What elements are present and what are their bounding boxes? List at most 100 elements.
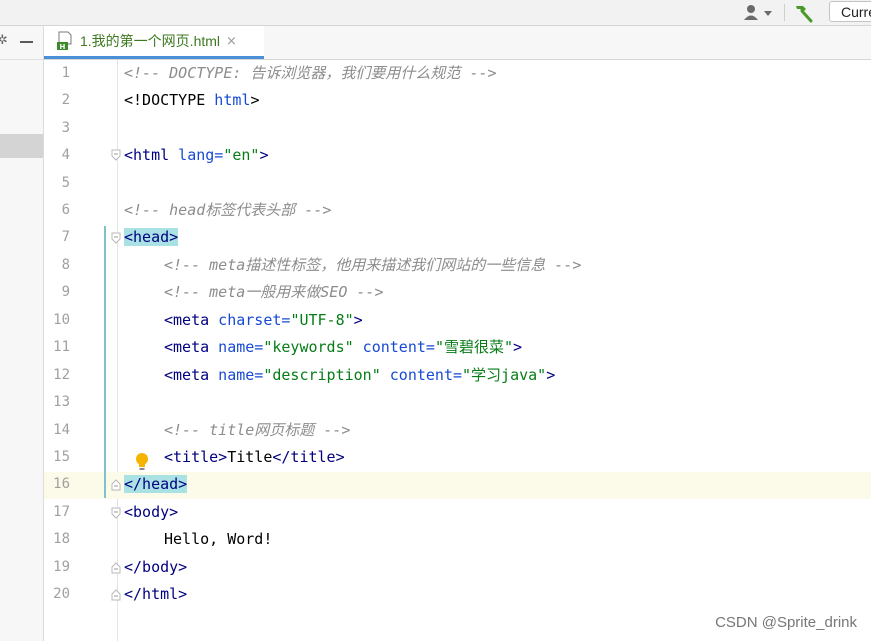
line-number: 15 xyxy=(53,449,70,465)
line-number: 2 xyxy=(61,92,70,108)
build-button[interactable] xyxy=(793,0,815,25)
name-value: "keywords" xyxy=(263,338,354,356)
user-menu-button[interactable] xyxy=(743,0,775,25)
name-attribute: name= xyxy=(209,338,264,356)
hammer-icon xyxy=(796,5,813,22)
content-attribute: content= xyxy=(380,366,463,384)
html-file-icon: H xyxy=(56,31,74,51)
html-close-tag: </html> xyxy=(124,585,188,603)
line-number: 4 xyxy=(61,147,70,163)
line-number: 17 xyxy=(53,504,70,520)
code-line-20: </html> xyxy=(124,581,187,608)
code-line-17: <body> xyxy=(124,499,178,526)
line-number: 20 xyxy=(53,586,70,602)
meta-tag: <meta xyxy=(164,338,210,356)
doctype-close: > xyxy=(250,91,260,109)
code-line-19: </body> xyxy=(124,554,187,581)
line-number: 9 xyxy=(61,284,70,300)
line-number: 16 xyxy=(53,476,70,492)
meta-tag: <meta xyxy=(164,311,210,329)
close-icon[interactable]: × xyxy=(226,34,237,49)
body-text: Hello, Word! xyxy=(164,530,273,548)
current-line-highlight xyxy=(117,472,871,499)
line-number: 19 xyxy=(53,559,70,575)
line-number: 8 xyxy=(61,257,70,273)
fold-close-icon[interactable] xyxy=(111,479,121,491)
fold-close-icon[interactable] xyxy=(111,562,121,574)
line-number: 5 xyxy=(61,175,70,191)
svg-text:H: H xyxy=(60,43,66,51)
line-number: 13 xyxy=(53,394,70,410)
line-number: 11 xyxy=(53,339,70,355)
code-line-4: <html lang="en"> xyxy=(124,142,269,169)
code-line-6: <!-- head标签代表头部 --> xyxy=(124,197,331,224)
code-line-18: Hello, Word! xyxy=(164,526,272,553)
scope-indicator xyxy=(104,226,106,498)
lightbulb-icon[interactable] xyxy=(135,452,149,472)
code-line-11: <meta name="keywords" content="雪碧很菜"> xyxy=(164,334,522,361)
code-line-1: <!-- DOCTYPE: 告诉浏览器，我们要用什么规范 --> xyxy=(124,60,497,87)
content-value: "学习java" xyxy=(462,366,547,384)
content-value: "雪碧很菜" xyxy=(434,338,513,356)
chevron-down-icon xyxy=(764,10,772,16)
comment: <!-- meta一般用来做SEO --> xyxy=(164,283,384,301)
tag-close: > xyxy=(259,146,269,164)
project-tree-selected-item[interactable] xyxy=(0,134,43,158)
line-number: 12 xyxy=(53,367,70,383)
lang-attribute: lang= xyxy=(169,146,224,164)
line-number: 14 xyxy=(53,422,70,438)
line-number: 10 xyxy=(53,312,70,328)
head-close-tag: </head> xyxy=(124,475,188,493)
content-attribute: content= xyxy=(353,338,435,356)
code-line-2: <!DOCTYPE html> xyxy=(124,87,259,114)
line-number: 1 xyxy=(61,65,70,81)
code-line-15: <title>Title</title> xyxy=(164,444,345,471)
user-icon xyxy=(744,4,772,20)
fold-open-icon[interactable] xyxy=(111,232,121,244)
doctype-html: html xyxy=(205,91,251,109)
code-line-10: <meta charset="UTF-8"> xyxy=(164,307,363,334)
toolbar-separator xyxy=(784,4,785,21)
html-tag: <html xyxy=(124,146,170,164)
title-open-tag: <title> xyxy=(164,448,228,466)
title-text: Title xyxy=(227,448,273,466)
fold-open-icon[interactable] xyxy=(111,507,121,519)
main-toolbar: Current File xyxy=(0,0,871,26)
line-number: 18 xyxy=(53,531,70,547)
tag-close: > xyxy=(353,311,363,329)
watermark: CSDN @Sprite_drink xyxy=(715,614,857,631)
title-close-tag: </title> xyxy=(272,448,345,466)
charset-value: "UTF-8" xyxy=(290,311,354,329)
name-attribute: name= xyxy=(209,366,264,384)
code-line-8: <!-- meta描述性标签，他用来描述我们网站的一些信息 --> xyxy=(164,252,581,279)
code-line-16: </head> xyxy=(124,471,188,498)
name-value: "description" xyxy=(263,366,381,384)
gear-icon[interactable]: ✲ xyxy=(0,33,8,48)
code-line-9: <!-- meta一般用来做SEO --> xyxy=(164,279,384,306)
head-open-tag: <head> xyxy=(124,228,179,246)
line-number: 7 xyxy=(61,229,70,245)
comment: <!-- head标签代表头部 --> xyxy=(124,201,332,219)
fold-close-icon[interactable] xyxy=(111,589,121,601)
project-panel-header: ✲ xyxy=(0,26,43,60)
tag-close: > xyxy=(513,338,523,356)
charset-attribute: charset= xyxy=(209,311,291,329)
code-line-12: <meta name="description" content="学习java… xyxy=(164,362,555,389)
line-number: 6 xyxy=(61,202,70,218)
project-panel: ✲ xyxy=(0,26,44,641)
doctype-keyword: <!DOCTYPE xyxy=(124,91,206,109)
run-configuration-select[interactable]: Current File xyxy=(829,1,871,22)
body-open-tag: <body> xyxy=(124,503,179,521)
code-line-14: <!-- title网页标题 --> xyxy=(164,417,350,444)
collapse-icon[interactable] xyxy=(20,41,33,43)
tab-title: 1.我的第一个网页.html xyxy=(80,33,221,49)
comment: <!-- title网页标题 --> xyxy=(164,421,351,439)
body-close-tag: </body> xyxy=(124,558,188,576)
fold-open-icon[interactable] xyxy=(111,149,121,161)
line-number: 3 xyxy=(61,120,70,136)
editor-tab-bar: H 1.我的第一个网页.html × xyxy=(44,26,871,60)
tag-close: > xyxy=(546,366,556,384)
tab-html-file[interactable]: H 1.我的第一个网页.html × xyxy=(44,26,264,59)
comment: <!-- meta描述性标签，他用来描述我们网站的一些信息 --> xyxy=(164,256,582,274)
code-line-7: <head> xyxy=(124,224,179,251)
